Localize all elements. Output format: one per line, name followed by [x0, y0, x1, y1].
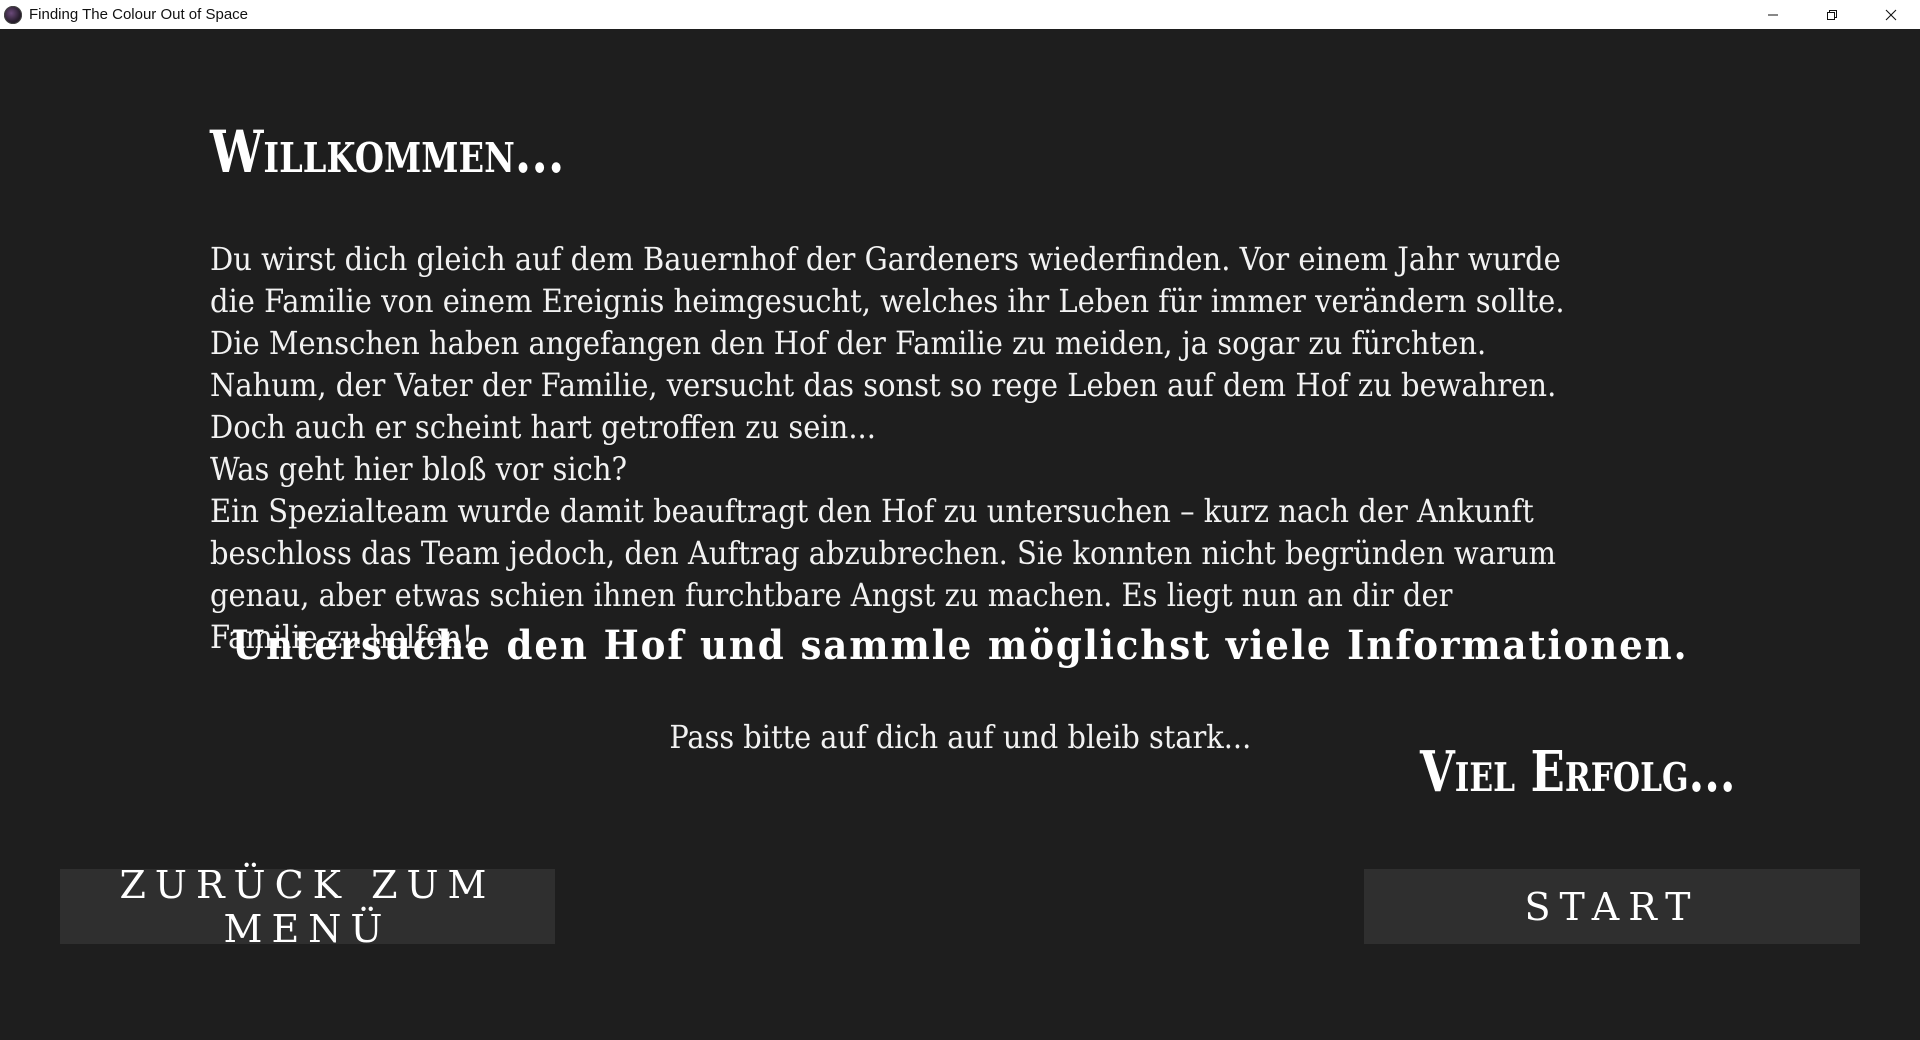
story-paragraph: Was geht hier bloß vor sich?: [210, 450, 628, 488]
window-title: Finding The Colour Out of Space: [29, 6, 249, 23]
restore-button[interactable]: [1802, 0, 1861, 29]
game-window: Finding The Colour Out of Space Willkomm…: [0, 0, 1920, 1040]
mission-label: Untersuche den Hof und sammle möglichst …: [231, 622, 1689, 669]
close-button[interactable]: [1861, 0, 1920, 29]
mission-text: Untersuche den Hof und sammle möglichst …: [0, 618, 1920, 674]
minimize-icon: [1767, 14, 1778, 15]
start-button[interactable]: START: [1364, 869, 1860, 944]
pass-label: Pass bitte auf dich auf und bleib stark.…: [669, 718, 1251, 756]
close-icon: [1885, 9, 1896, 20]
story-paragraph: Du wirst dich gleich auf dem Bauernhof d…: [210, 240, 1565, 446]
minimize-button[interactable]: [1743, 0, 1802, 29]
story-text: Du wirst dich gleich auf dem Bauernhof d…: [210, 238, 1568, 658]
restore-icon: [1826, 9, 1837, 20]
farewell-heading: Viel Erfolg...: [1420, 739, 1736, 805]
back-to-menu-button[interactable]: ZURÜCK ZUM MENÜ: [60, 863, 555, 951]
title-bar[interactable]: Finding The Colour Out of Space: [0, 0, 1920, 29]
welcome-heading: Willkommen...: [210, 118, 565, 186]
app-icon: [4, 5, 22, 24]
window-controls: [1743, 0, 1920, 29]
